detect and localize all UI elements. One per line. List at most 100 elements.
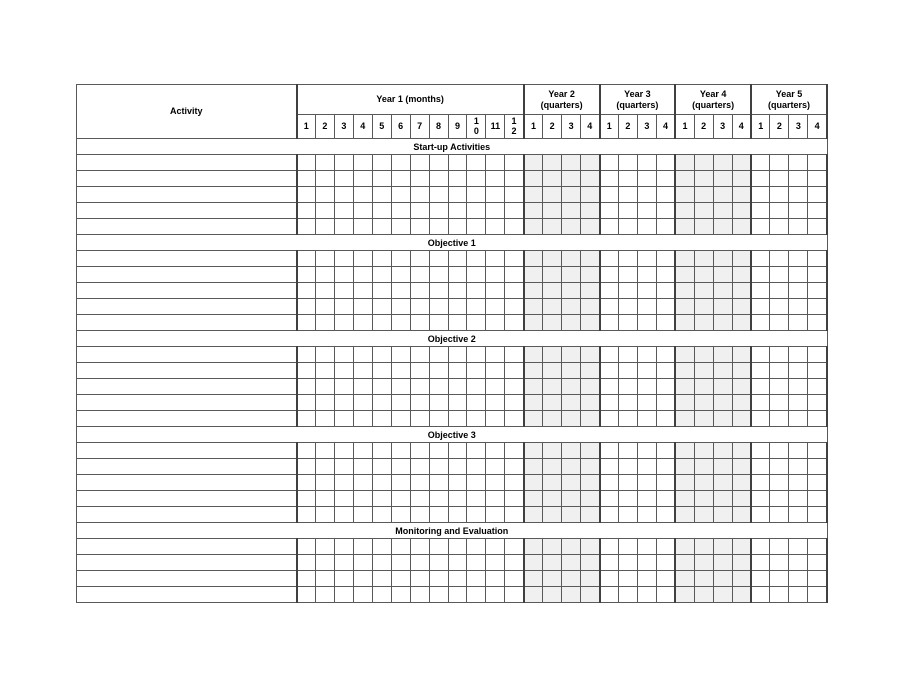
schedule-cell-year4-2[interactable] [693, 394, 714, 411]
schedule-cell-year1-8[interactable] [428, 394, 449, 411]
schedule-cell-year5-2[interactable] [769, 202, 790, 219]
schedule-cell-year1-3[interactable] [333, 314, 354, 331]
schedule-cell-year1-9[interactable] [447, 202, 468, 219]
schedule-cell-year5-1[interactable] [750, 362, 771, 379]
schedule-cell-year1-12[interactable] [504, 490, 525, 507]
schedule-cell-year3-2[interactable] [617, 218, 638, 235]
schedule-cell-year4-2[interactable] [693, 586, 714, 603]
schedule-cell-year1-1[interactable] [295, 474, 316, 491]
schedule-cell-year1-2[interactable] [314, 186, 335, 203]
schedule-cell-year3-3[interactable] [636, 458, 657, 475]
schedule-cell-year1-2[interactable] [314, 154, 335, 171]
schedule-cell-year4-3[interactable] [712, 266, 733, 283]
schedule-cell-year5-1[interactable] [750, 410, 771, 427]
schedule-cell-year1-3[interactable] [333, 378, 354, 395]
schedule-cell-year5-3[interactable] [788, 538, 809, 555]
schedule-cell-year1-8[interactable] [428, 586, 449, 603]
schedule-cell-year1-5[interactable] [371, 154, 392, 171]
schedule-cell-year1-2[interactable] [314, 282, 335, 299]
schedule-cell-year5-2[interactable] [769, 570, 790, 587]
schedule-cell-year2-4[interactable] [580, 458, 600, 475]
schedule-cell-year5-3[interactable] [788, 474, 809, 491]
schedule-cell-year1-6[interactable] [390, 378, 411, 395]
schedule-cell-year1-11[interactable] [485, 266, 506, 283]
schedule-cell-year5-4[interactable] [807, 378, 829, 395]
schedule-cell-year1-3[interactable] [333, 202, 354, 219]
schedule-cell-year1-10[interactable] [466, 554, 487, 571]
schedule-cell-year1-8[interactable] [428, 282, 449, 299]
schedule-cell-year1-1[interactable] [295, 378, 316, 395]
schedule-cell-year1-8[interactable] [428, 298, 449, 315]
schedule-cell-year3-1[interactable] [598, 218, 619, 235]
schedule-cell-year1-2[interactable] [314, 202, 335, 219]
schedule-cell-year2-4[interactable] [580, 586, 600, 603]
schedule-cell-year2-1[interactable] [522, 362, 544, 379]
schedule-cell-year4-2[interactable] [693, 458, 714, 475]
schedule-cell-year2-1[interactable] [522, 586, 544, 603]
schedule-cell-year1-8[interactable] [428, 458, 449, 475]
schedule-cell-year4-3[interactable] [712, 298, 733, 315]
schedule-cell-year4-4[interactable] [731, 538, 752, 555]
schedule-cell-year5-4[interactable] [807, 458, 829, 475]
schedule-cell-year4-1[interactable] [674, 474, 695, 491]
schedule-cell-year5-3[interactable] [788, 570, 809, 587]
schedule-cell-year1-4[interactable] [352, 202, 373, 219]
schedule-cell-year1-3[interactable] [333, 506, 354, 523]
activity-name-input-cell[interactable] [76, 170, 297, 187]
schedule-cell-year1-5[interactable] [371, 570, 392, 587]
schedule-cell-year5-2[interactable] [769, 442, 790, 459]
schedule-cell-year1-4[interactable] [352, 394, 373, 411]
schedule-cell-year2-2[interactable] [542, 282, 563, 299]
schedule-cell-year1-7[interactable] [409, 570, 430, 587]
activity-name-input-cell[interactable] [76, 554, 297, 571]
schedule-cell-year1-10[interactable] [466, 362, 487, 379]
schedule-cell-year3-4[interactable] [655, 410, 676, 427]
schedule-cell-year1-8[interactable] [428, 506, 449, 523]
schedule-cell-year1-5[interactable] [371, 186, 392, 203]
schedule-cell-year4-3[interactable] [712, 570, 733, 587]
schedule-cell-year2-2[interactable] [542, 298, 563, 315]
schedule-cell-year2-3[interactable] [561, 554, 582, 571]
schedule-cell-year4-4[interactable] [731, 570, 752, 587]
schedule-cell-year4-1[interactable] [674, 154, 695, 171]
schedule-cell-year2-4[interactable] [580, 154, 600, 171]
schedule-cell-year2-2[interactable] [542, 586, 563, 603]
schedule-cell-year4-4[interactable] [731, 346, 752, 363]
schedule-cell-year1-10[interactable] [466, 346, 487, 363]
schedule-cell-year1-7[interactable] [409, 506, 430, 523]
schedule-cell-year5-3[interactable] [788, 170, 809, 187]
schedule-cell-year3-4[interactable] [655, 186, 676, 203]
schedule-cell-year4-1[interactable] [674, 490, 695, 507]
schedule-cell-year3-3[interactable] [636, 490, 657, 507]
schedule-cell-year1-12[interactable] [504, 442, 525, 459]
schedule-cell-year4-1[interactable] [674, 202, 695, 219]
schedule-cell-year1-8[interactable] [428, 490, 449, 507]
schedule-cell-year4-1[interactable] [674, 186, 695, 203]
schedule-cell-year1-11[interactable] [485, 586, 506, 603]
schedule-cell-year1-1[interactable] [295, 202, 316, 219]
schedule-cell-year2-1[interactable] [522, 410, 544, 427]
schedule-cell-year1-11[interactable] [485, 298, 506, 315]
schedule-cell-year2-2[interactable] [542, 394, 563, 411]
schedule-cell-year2-2[interactable] [542, 314, 563, 331]
schedule-cell-year4-1[interactable] [674, 394, 695, 411]
schedule-cell-year3-1[interactable] [598, 442, 619, 459]
schedule-cell-year1-1[interactable] [295, 458, 316, 475]
schedule-cell-year1-11[interactable] [485, 362, 506, 379]
schedule-cell-year5-4[interactable] [807, 298, 829, 315]
schedule-cell-year1-2[interactable] [314, 314, 335, 331]
schedule-cell-year1-6[interactable] [390, 394, 411, 411]
schedule-cell-year2-1[interactable] [522, 378, 544, 395]
schedule-cell-year1-1[interactable] [295, 410, 316, 427]
schedule-cell-year3-1[interactable] [598, 490, 619, 507]
schedule-cell-year5-4[interactable] [807, 170, 829, 187]
schedule-cell-year1-10[interactable] [466, 266, 487, 283]
schedule-cell-year1-10[interactable] [466, 474, 487, 491]
schedule-cell-year5-4[interactable] [807, 186, 829, 203]
schedule-cell-year1-10[interactable] [466, 586, 487, 603]
schedule-cell-year1-10[interactable] [466, 282, 487, 299]
activity-name-input-cell[interactable] [76, 394, 297, 411]
schedule-cell-year5-4[interactable] [807, 346, 829, 363]
schedule-cell-year1-1[interactable] [295, 314, 316, 331]
schedule-cell-year1-2[interactable] [314, 170, 335, 187]
